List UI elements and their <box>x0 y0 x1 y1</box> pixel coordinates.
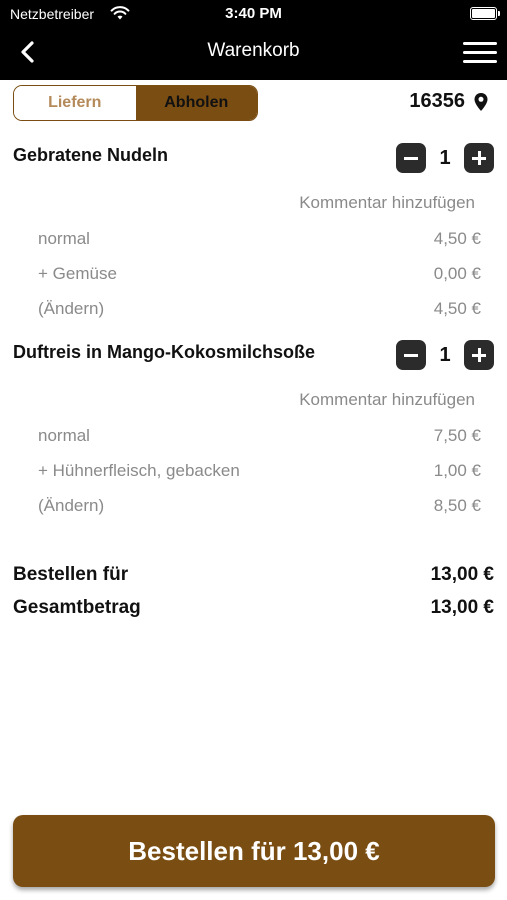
line-item-label: + Gemüse <box>38 264 117 283</box>
quantity-value: 1 <box>439 146 451 169</box>
location-pin-icon <box>474 92 488 111</box>
quantity-value: 1 <box>439 343 451 366</box>
line-item-label: normal <box>38 229 90 248</box>
line-item-price: 7,50 € <box>433 426 481 445</box>
store-location[interactable]: 16356 <box>409 90 489 113</box>
total-label: Gesamtbetrag <box>13 597 141 618</box>
status-time: 3:40 PM <box>225 5 282 22</box>
line-item: + Gemüse 0,00 € <box>38 264 481 284</box>
line-item: + Hühnerfleisch, gebacken 1,00 € <box>38 461 481 481</box>
change-option-link[interactable]: (Ändern) <box>38 299 104 319</box>
tab-liefern[interactable]: Liefern <box>14 86 136 120</box>
add-comment-link[interactable]: Kommentar hinzufügen <box>299 193 475 213</box>
increase-quantity-button[interactable] <box>464 143 494 173</box>
cart-item-name: Gebratene Nudeln <box>13 145 169 165</box>
total-value: 13,00 € <box>430 597 494 618</box>
add-comment-link[interactable]: Kommentar hinzufügen <box>299 390 475 410</box>
line-item-change[interactable]: (Ändern) 4,50 € <box>38 299 481 319</box>
line-item-change[interactable]: (Ändern) 8,50 € <box>38 496 481 516</box>
order-for-label: Bestellen für <box>13 564 129 585</box>
decrease-quantity-button[interactable] <box>396 340 426 370</box>
quantity-stepper: 1 <box>396 143 494 173</box>
quantity-stepper: 1 <box>396 340 494 370</box>
change-option-link[interactable]: (Ändern) <box>38 496 104 516</box>
line-item-price: 4,50 € <box>433 229 481 248</box>
battery-icon <box>470 7 500 20</box>
order-for-value: 13,00 € <box>430 564 494 585</box>
delivery-mode-toggle: Liefern Abholen <box>13 85 258 121</box>
cart-item-name: Duftreis in Mango-Kokosmilchsoße <box>13 342 316 362</box>
top-bar: Netzbetreiber 3:40 PM Warenkorb <box>0 0 507 80</box>
place-order-button[interactable]: Bestellen für 13,00 € <box>13 815 495 887</box>
increase-quantity-button[interactable] <box>464 340 494 370</box>
line-item-label: normal <box>38 426 90 445</box>
page-title: Warenkorb <box>207 40 300 61</box>
order-for-row: Bestellen für 13,00 € <box>13 564 494 586</box>
line-item-price: 4,50 € <box>433 299 481 318</box>
line-item: normal 7,50 € <box>38 426 481 446</box>
line-item: normal 4,50 € <box>38 229 481 249</box>
line-item-price: 8,50 € <box>433 496 481 515</box>
status-bar: Netzbetreiber 3:40 PM <box>0 0 507 28</box>
line-item-price: 1,00 € <box>433 461 481 480</box>
line-item-label: + Hühnerfleisch, gebacken <box>38 461 240 480</box>
decrease-quantity-button[interactable] <box>396 143 426 173</box>
hamburger-menu-icon[interactable] <box>463 40 497 64</box>
store-code: 16356 <box>409 90 465 112</box>
line-item-price: 0,00 € <box>433 264 481 283</box>
tab-abholen[interactable]: Abholen <box>135 86 257 120</box>
total-row: Gesamtbetrag 13,00 € <box>13 597 494 619</box>
